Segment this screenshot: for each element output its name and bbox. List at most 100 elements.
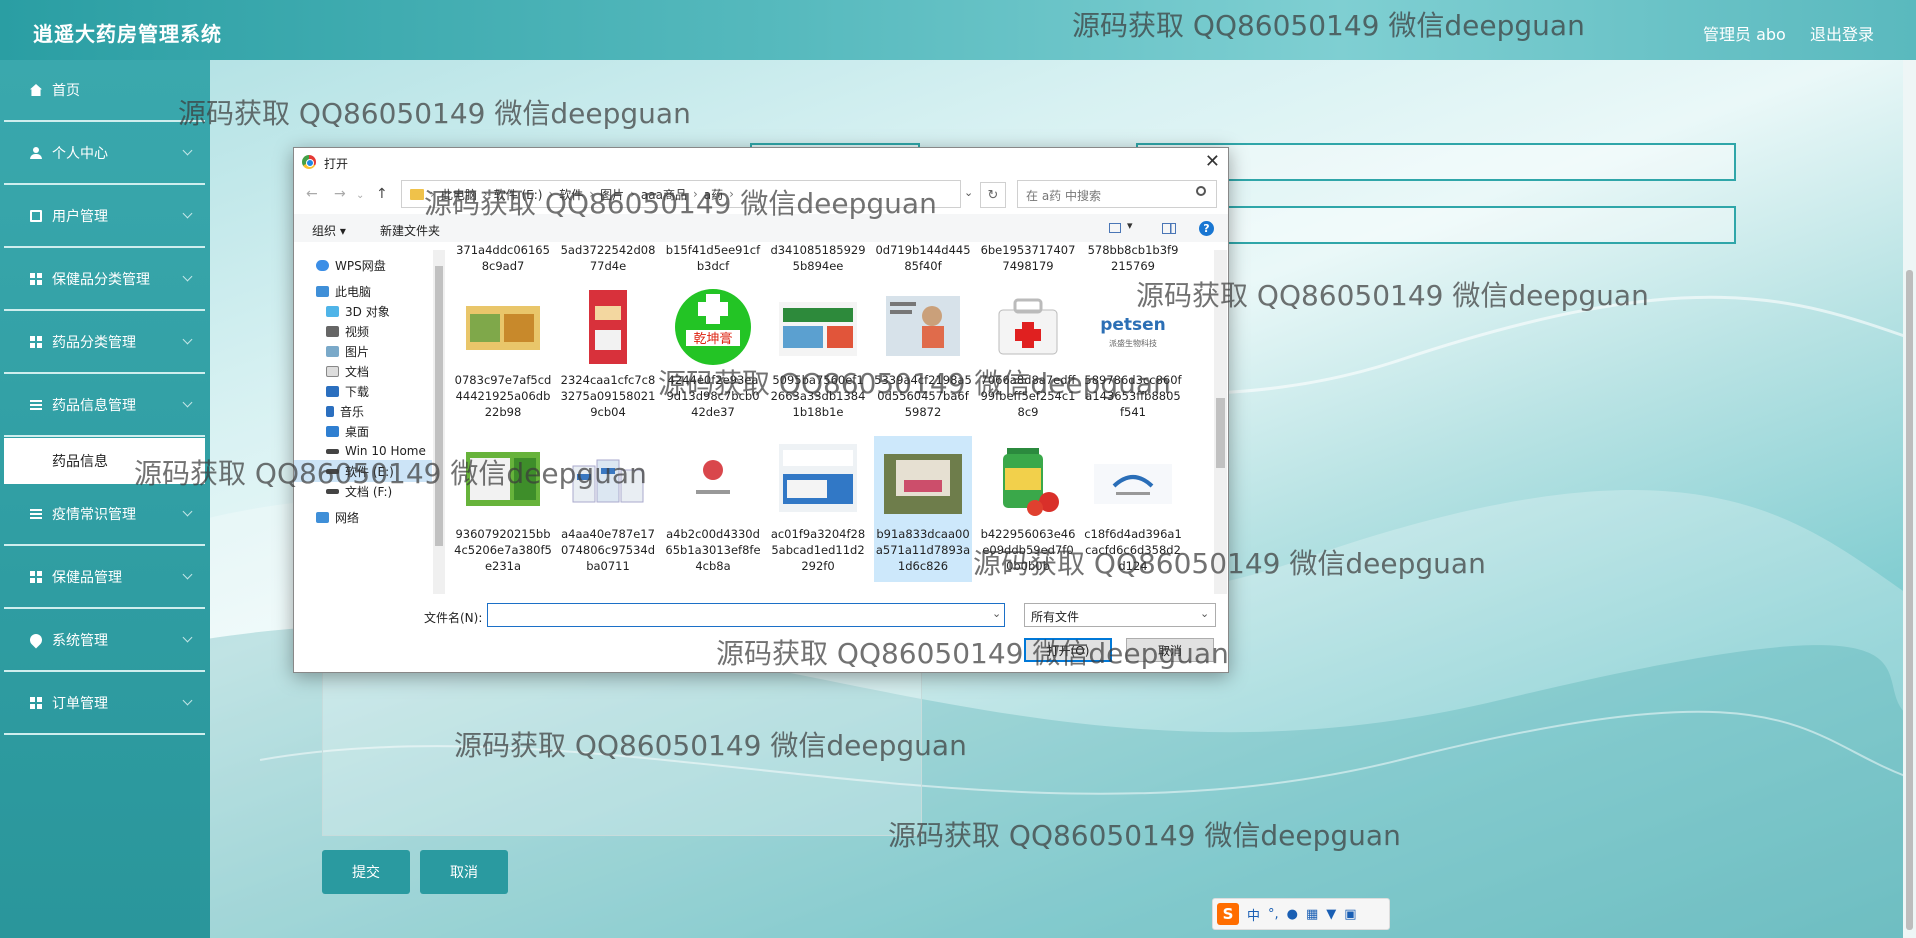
new-folder-button[interactable]: 新建文件夹 <box>380 222 440 239</box>
watermark-text: 源码获取 QQ86050149 微信deepguan <box>178 97 691 130</box>
sidebar-item-health-category[interactable]: 保健品分类管理 <box>4 249 205 311</box>
user-icon <box>30 147 42 159</box>
refresh-icon[interactable]: ↻ <box>980 182 1006 208</box>
watermark-text: 源码获取 QQ86050149 微信deepguan <box>888 819 1401 852</box>
breadcrumb-item[interactable]: 软件 (E:) <box>494 186 543 203</box>
image-thumbnail: 乾坤膏 <box>672 286 754 368</box>
filename-input[interactable] <box>487 603 1005 627</box>
file-item[interactable]: 2324caa1cfc7c83275a091580219cb04 <box>559 286 657 432</box>
drive-icon <box>326 468 339 474</box>
microphone-icon[interactable]: ● <box>1287 907 1298 922</box>
tree-item-pictures[interactable]: 图片 <box>326 340 369 362</box>
keyboard-icon[interactable]: ▦ <box>1306 907 1318 922</box>
breadcrumb-item[interactable]: 软件 <box>559 186 583 203</box>
image-thumbnail: petsen 派盛生物科技 <box>1092 286 1174 368</box>
ime-mode-label[interactable]: 中 <box>1247 905 1260 924</box>
ime-punct-label[interactable]: °, <box>1268 907 1279 922</box>
page-scrollbar-thumb[interactable] <box>1906 270 1913 930</box>
file-item[interactable]: 93607920215bb4c5206e7a380f5e231a <box>454 440 552 586</box>
tree-item-documents[interactable]: 文档 <box>326 360 369 382</box>
tree-item-desktop[interactable]: 桌面 <box>326 420 369 442</box>
tree-item-drive-e[interactable]: 软件 (E:) <box>294 460 432 482</box>
thumbnail-subtext: 派盛生物科技 <box>1109 338 1157 348</box>
file-item[interactable]: ac01f9a3204f285abcad1ed11d2292f0 <box>769 440 867 586</box>
up-arrow-icon[interactable]: ↑ <box>376 186 388 202</box>
tree-item-network[interactable]: 网络 <box>316 506 359 528</box>
list-icon <box>30 508 42 520</box>
breadcrumb-item[interactable]: 此电脑 <box>441 186 477 203</box>
file-item[interactable]: c18f6d4ad396a1cacfd6c6d358d2d124 <box>1084 440 1182 586</box>
image-thumbnail <box>987 286 1069 368</box>
sidebar-item-home[interactable]: 首页 <box>4 60 205 122</box>
file-item[interactable]: 0783c97e7af5cd44421925a06db22b98 <box>454 286 552 432</box>
home-icon <box>30 84 42 96</box>
sidebar-item-system[interactable]: 系统管理 <box>4 610 205 672</box>
recent-dropdown-icon[interactable]: ⌄ <box>356 190 364 201</box>
address-dropdown-icon[interactable]: ⌄ <box>964 186 973 199</box>
skin-icon[interactable]: ▼ <box>1326 907 1336 922</box>
sidebar-item-orders[interactable]: 订单管理 <box>4 673 205 735</box>
file-item-selected[interactable]: b91a833dcaa00a571a11d7893a1d6c826 <box>874 436 972 582</box>
sidebar-item-drug-category[interactable]: 药品分类管理 <box>4 312 205 374</box>
chevron-down-icon <box>182 271 193 282</box>
breadcrumb-item[interactable]: aaa商品 <box>641 186 687 203</box>
chevron-down-icon <box>182 695 193 706</box>
help-icon[interactable]: ? <box>1199 221 1214 236</box>
sidebar-item-health-products[interactable]: 保健品管理 <box>4 547 205 609</box>
search-input[interactable]: 在 a药 中搜索 <box>1017 180 1217 208</box>
sidebar-item-epidemic[interactable]: 疫情常识管理 <box>4 484 205 546</box>
file-item[interactable]: 5339a4cf2198a50d5560457ba6f59872 <box>874 286 972 432</box>
file-item[interactable]: a4b2c00d4330d65b1a3013ef8fe4cb8a <box>664 440 762 586</box>
breadcrumb-item[interactable]: a药 <box>704 186 723 203</box>
file-item[interactable]: 乾坤膏 4244e0f2e93ea9d13d98c7bcb042de37 <box>664 286 762 432</box>
pin-icon <box>27 631 45 649</box>
list-icon <box>30 399 42 411</box>
file-item[interactable]: b422956063e46e09ddb59ed7f00b0b0b <box>979 440 1077 586</box>
detail-editor[interactable] <box>322 666 922 836</box>
forward-arrow-icon[interactable]: → <box>334 186 346 202</box>
file-item[interactable]: petsen 派盛生物科技 589786d3cc860fa143653ffb880… <box>1084 286 1182 432</box>
tree-item-downloads[interactable]: 下载 <box>326 380 369 402</box>
logout-link[interactable]: 退出登录 <box>1810 21 1874 45</box>
file-item[interactable]: 7066a8d8a7edff99fbeff5ef254c18c9 <box>979 286 1077 432</box>
chevron-down-icon[interactable]: ⌄ <box>1200 607 1209 620</box>
preview-pane-icon[interactable] <box>1162 223 1176 234</box>
file-item[interactable]: a4aa40e787e17074806c97534dba0711 <box>559 440 657 586</box>
chevron-down-icon[interactable]: ⌄ <box>992 607 1001 620</box>
organize-button[interactable]: 组织 ▾ <box>312 222 346 239</box>
toolbox-icon[interactable]: ▣ <box>1344 907 1356 922</box>
chrome-icon <box>302 155 316 169</box>
sidebar-item-profile[interactable]: 个人中心 <box>4 123 205 185</box>
chevron-down-icon <box>182 506 193 517</box>
tree-item-drive-f[interactable]: 文档 (F:) <box>326 480 392 502</box>
file-type-select[interactable]: 所有文件 <box>1024 603 1216 627</box>
tree-item-win10[interactable]: Win 10 Home <box>326 440 426 462</box>
sogou-logo-icon: S <box>1217 903 1239 925</box>
dialog-cancel-button[interactable]: 取消 <box>1126 638 1214 662</box>
sidebar-subitem-drug-info[interactable]: 药品信息 <box>4 438 205 484</box>
file-item[interactable]: 5095ba7560ef12663a33db13841b18b1e <box>769 286 867 432</box>
cancel-button[interactable]: 取消 <box>420 850 508 894</box>
tree-item-this-pc[interactable]: 此电脑 <box>316 280 371 302</box>
address-bar[interactable]: › 此电脑 › 软件 (E:) › 软件 › 图片 › aaa商品 › a药 › <box>401 180 961 208</box>
sidebar-item-drug-info[interactable]: 药品信息管理 <box>4 375 205 437</box>
grid-icon <box>30 697 42 709</box>
cube-icon <box>326 305 339 317</box>
sidebar-item-users[interactable]: 用户管理 <box>4 186 205 248</box>
dialog-toolbar: 组织 ▾ 新建文件夹 ? <box>294 214 1228 242</box>
open-button[interactable]: 打开(O) <box>1024 638 1112 662</box>
tree-item-3d[interactable]: 3D 对象 <box>326 300 390 322</box>
tree-scrollbar-thumb[interactable] <box>435 266 443 546</box>
submit-button[interactable]: 提交 <box>322 850 410 894</box>
chevron-down-icon <box>182 145 193 156</box>
close-icon[interactable]: ✕ <box>1205 151 1220 172</box>
back-arrow-icon[interactable]: ← <box>306 186 318 202</box>
tree-item-videos[interactable]: 视频 <box>326 320 369 342</box>
image-thumbnail <box>567 286 649 368</box>
tree-item-music[interactable]: 音乐 <box>326 400 364 422</box>
file-list-scrollbar-thumb[interactable] <box>1216 398 1225 468</box>
tree-item-wps[interactable]: WPS网盘 <box>316 254 386 276</box>
breadcrumb-item[interactable]: 图片 <box>600 186 624 203</box>
view-options-icon[interactable] <box>1109 219 1139 234</box>
ime-toolbar[interactable]: S 中 °, ● ▦ ▼ ▣ <box>1212 898 1390 930</box>
